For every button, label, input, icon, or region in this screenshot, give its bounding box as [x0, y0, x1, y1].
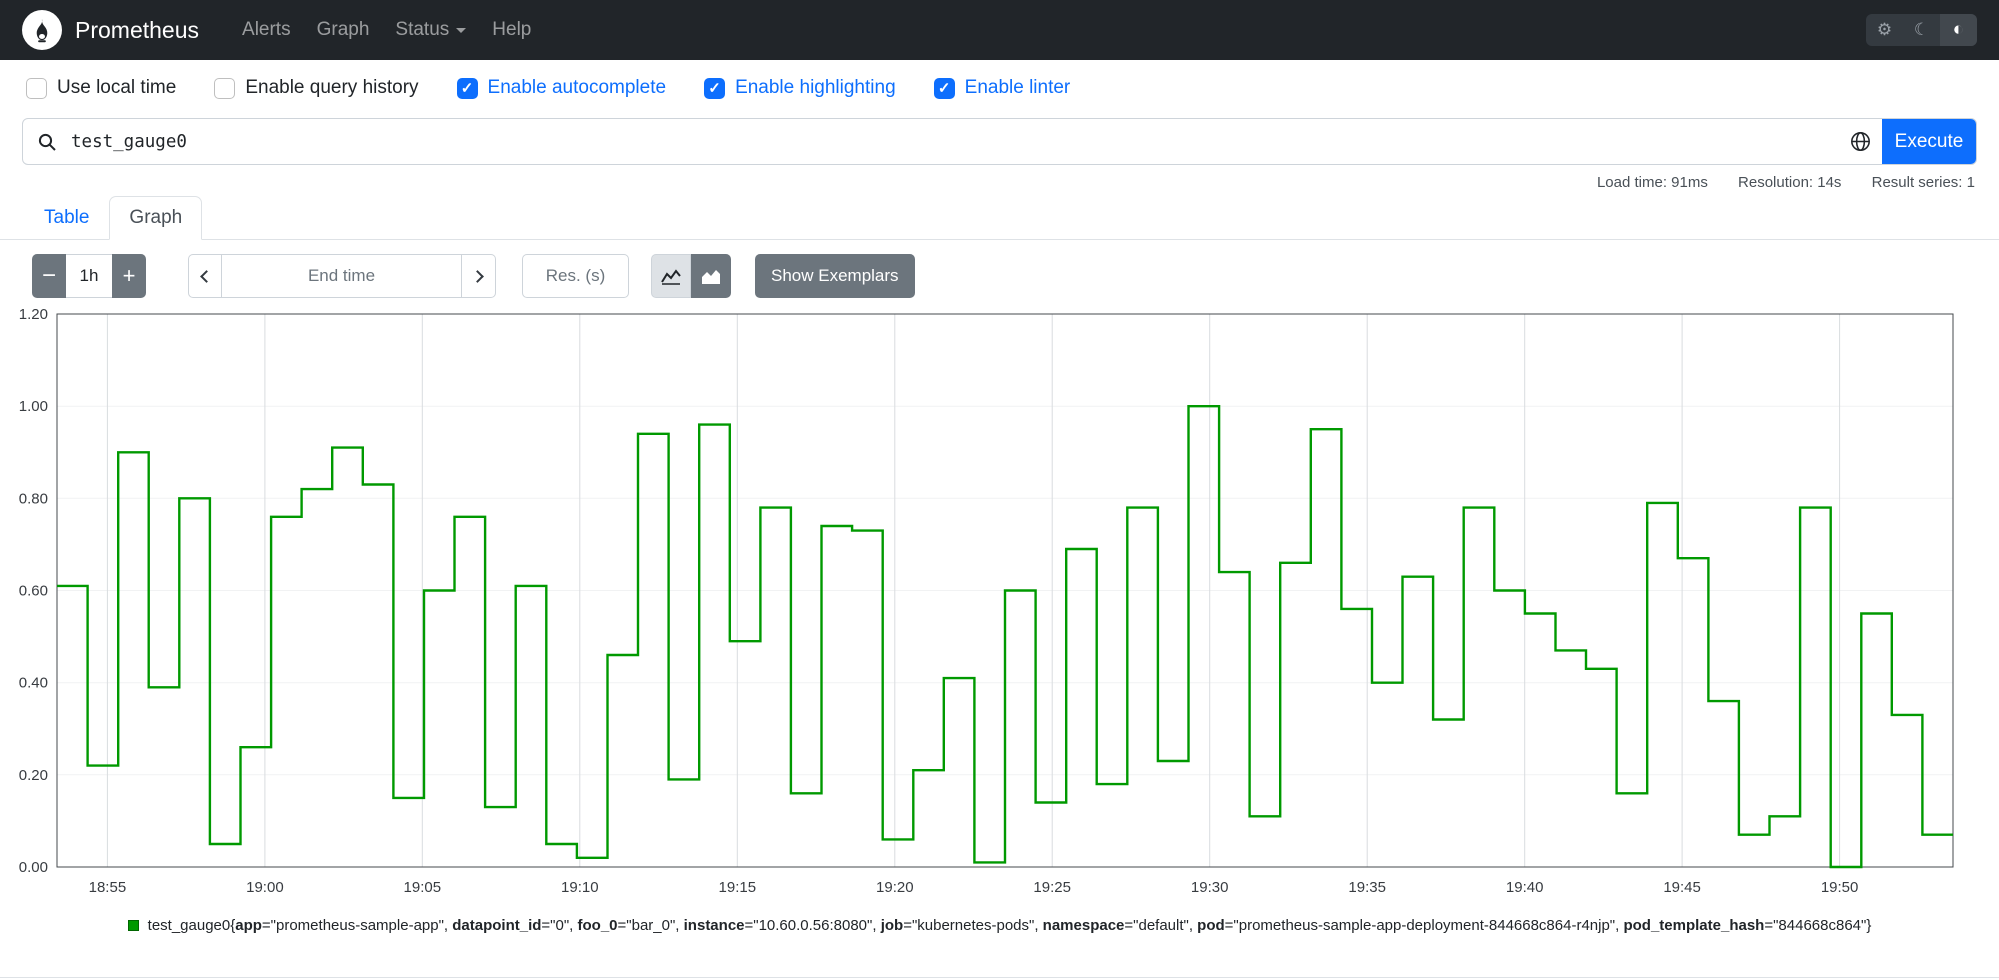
series-label: test_gauge0{app="prometheus-sample-app",… — [147, 917, 1872, 934]
prometheus-ui: { "navbar": { "brand": "Prometheus", "it… — [0, 0, 1999, 980]
check-icon: ✓ — [937, 79, 951, 97]
use-local-time-checkbox[interactable] — [26, 77, 47, 99]
svg-text:19:40: 19:40 — [1506, 879, 1544, 896]
line-chart-toggle-button[interactable] — [651, 254, 691, 298]
chevron-right-icon — [470, 269, 484, 283]
enable-highlighting-checkbox[interactable]: ✓ — [704, 77, 726, 99]
nav-alerts[interactable]: Alerts — [229, 11, 304, 49]
nav-status-dropdown[interactable]: Status — [382, 11, 479, 49]
svg-text:1.20: 1.20 — [19, 308, 48, 323]
svg-text:19:35: 19:35 — [1348, 879, 1386, 896]
svg-text:0.40: 0.40 — [19, 675, 48, 692]
settings-gear-icon[interactable]: ⚙ — [1866, 14, 1903, 46]
svg-text:19:10: 19:10 — [561, 879, 599, 896]
enable-autocomplete-checkbox[interactable]: ✓ — [456, 77, 478, 99]
show-exemplars-button[interactable]: Show Exemplars — [755, 254, 915, 298]
execute-button[interactable]: Execute — [1882, 119, 1976, 164]
chevron-down-icon — [456, 27, 467, 33]
series-color-swatch — [127, 920, 139, 931]
range-group: − + — [32, 254, 146, 298]
check-icon: ✓ — [460, 79, 474, 97]
previous-time-button[interactable] — [188, 254, 222, 298]
query-bar: Execute — [22, 118, 1977, 165]
check-icon: ✓ — [708, 79, 721, 97]
enable-highlighting-label[interactable]: Enable highlighting — [735, 77, 896, 99]
enable-query-history-checkbox[interactable] — [214, 77, 236, 99]
metrics-explorer-globe-icon[interactable] — [1838, 119, 1882, 164]
navbar: Prometheus Alerts Graph Status Help ⚙ ☾ … — [0, 0, 1999, 60]
series-legend-item[interactable]: test_gauge0{app="prometheus-sample-app",… — [0, 917, 1999, 934]
prometheus-logo[interactable] — [22, 10, 62, 50]
resolution-stat: Resolution: 14s — [1738, 174, 1842, 191]
nav-help[interactable]: Help — [479, 11, 544, 49]
dark-theme-moon-icon[interactable]: ☾ — [1903, 14, 1940, 46]
nav-status-label: Status — [395, 19, 450, 40]
decrease-range-button[interactable]: − — [32, 254, 66, 298]
stacked-chart-icon — [702, 269, 720, 284]
end-time-input[interactable] — [222, 254, 462, 298]
enable-linter-checkbox[interactable]: ✓ — [933, 77, 955, 99]
svg-text:19:25: 19:25 — [1033, 879, 1071, 896]
flame-icon — [36, 18, 48, 42]
stats-bar: Load time: 91ms Resolution: 14s Result s… — [0, 174, 1975, 191]
stacked-chart-toggle-button[interactable] — [691, 254, 731, 298]
enable-query-history-label[interactable]: Enable query history — [245, 77, 418, 99]
svg-text:19:50: 19:50 — [1821, 879, 1859, 896]
tab-table[interactable]: Table — [24, 196, 109, 240]
svg-text:0.00: 0.00 — [19, 859, 48, 876]
graph-panel: 18:55 19:00 19:05 19:10 19:15 19:20 19:25 19:30… — [9, 306, 1999, 909]
result-series-stat: Result series: 1 — [1871, 174, 1975, 191]
svg-text:0.20: 0.20 — [19, 767, 48, 784]
search-icon — [23, 119, 71, 164]
svg-text:19:30: 19:30 — [1191, 879, 1229, 896]
enable-autocomplete-label[interactable]: Enable autocomplete — [488, 77, 667, 99]
option-highlighting: ✓ Enable highlighting — [704, 77, 896, 99]
range-input[interactable] — [66, 254, 112, 298]
graph-controls: − + Show Exemplars — [32, 254, 1999, 298]
increase-range-button[interactable]: + — [112, 254, 146, 298]
options-bar: Use local time Enable query history ✓ En… — [26, 74, 1999, 102]
next-time-button[interactable] — [462, 254, 496, 298]
option-use-local-time: Use local time — [26, 77, 176, 99]
stacking-toggle-group — [651, 254, 731, 298]
nav-links: Alerts Graph Status Help — [229, 11, 544, 49]
tab-graph[interactable]: Graph — [109, 196, 203, 240]
chevron-left-icon — [200, 269, 213, 283]
svg-text:19:00: 19:00 — [246, 879, 284, 896]
end-time-group — [188, 254, 496, 298]
graph-canvas[interactable]: 18:55 19:00 19:05 19:10 19:15 19:20 19:25 19:30… — [9, 306, 1969, 904]
option-query-history: Enable query history — [214, 77, 419, 99]
svg-text:19:20: 19:20 — [876, 879, 914, 896]
enable-linter-label[interactable]: Enable linter — [965, 77, 1071, 99]
theme-toggle-group: ⚙ ☾ ◐ — [1866, 14, 1977, 46]
option-linter: ✓ Enable linter — [933, 77, 1071, 99]
nav-graph[interactable]: Graph — [304, 11, 383, 49]
svg-text:19:05: 19:05 — [404, 879, 442, 896]
svg-text:18:55: 18:55 — [89, 879, 127, 896]
use-local-time-label[interactable]: Use local time — [57, 77, 176, 99]
auto-theme-contrast-icon[interactable]: ◐ — [1940, 14, 1977, 46]
svg-text:0.60: 0.60 — [19, 583, 48, 600]
svg-text:19:45: 19:45 — [1663, 879, 1701, 896]
svg-text:1.00: 1.00 — [19, 398, 48, 415]
panel-bottom-border — [0, 977, 1999, 978]
line-chart-icon — [661, 268, 681, 285]
load-time-stat: Load time: 91ms — [1596, 174, 1708, 191]
option-autocomplete: ✓ Enable autocomplete — [456, 77, 667, 99]
svg-text:19:15: 19:15 — [719, 879, 757, 896]
tab-bar: Table Graph — [0, 196, 1999, 240]
resolution-input[interactable] — [522, 254, 629, 298]
brand[interactable]: Prometheus — [75, 17, 199, 44]
svg-text:0.80: 0.80 — [19, 490, 48, 507]
expression-input[interactable] — [71, 119, 1838, 164]
